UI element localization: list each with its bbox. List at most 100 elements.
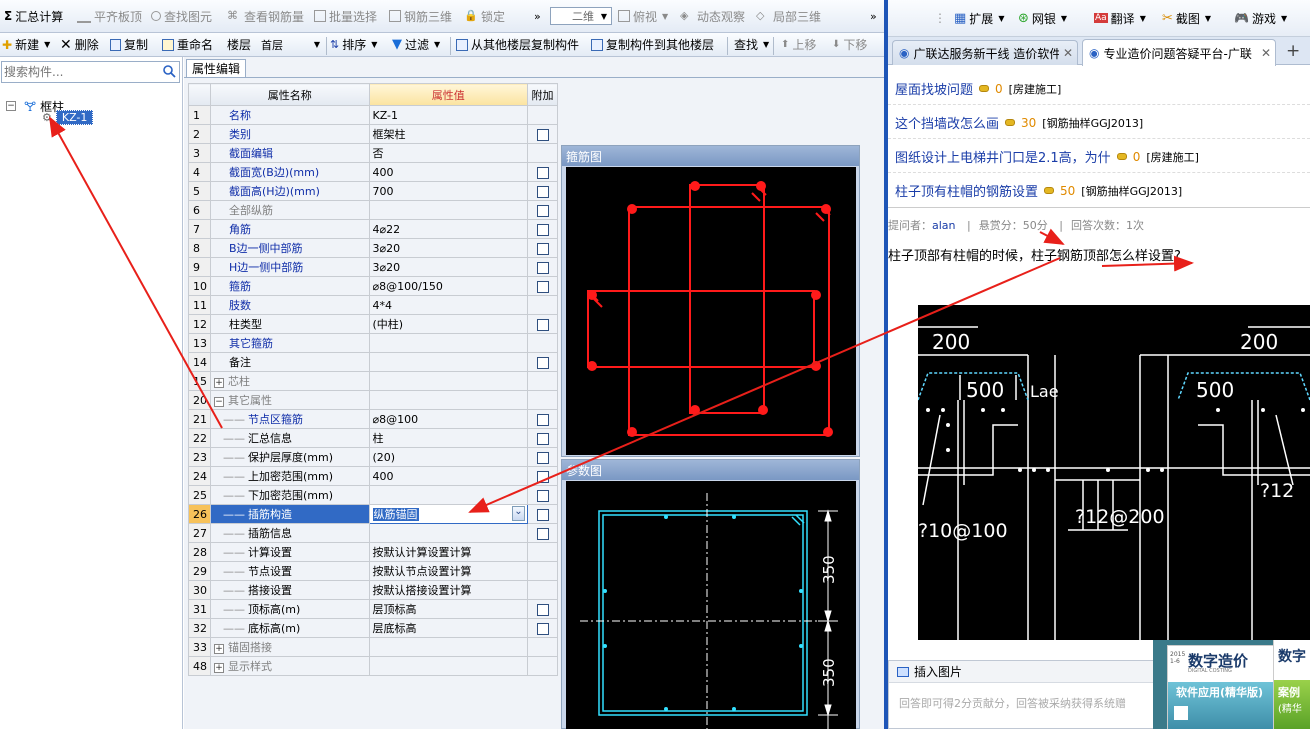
bank-button[interactable]: ⊛ 网银 ▼ bbox=[1018, 0, 1067, 36]
games-button[interactable]: 🎮 游戏 ▼ bbox=[1234, 0, 1287, 36]
extra-checkbox[interactable] bbox=[536, 451, 549, 464]
extra-checkbox[interactable] bbox=[536, 185, 549, 198]
property-value[interactable]: 3⌀20 bbox=[368, 238, 528, 258]
extra-checkbox[interactable] bbox=[536, 204, 549, 217]
chevron-down-icon[interactable]: ⌄ bbox=[512, 506, 525, 521]
extra-checkbox[interactable] bbox=[536, 527, 549, 540]
property-value[interactable]: 4⌀22 bbox=[368, 219, 528, 239]
insert-image-button[interactable]: 插入图片 bbox=[889, 661, 1187, 683]
property-value[interactable]: 层顶标高 bbox=[368, 599, 528, 619]
extra-checkbox[interactable] bbox=[536, 223, 549, 236]
copy-button[interactable]: 复制 bbox=[110, 33, 148, 56]
property-row[interactable]: 10 箍筋 ⌀8@100/150 bbox=[188, 276, 558, 296]
extra-checkbox[interactable] bbox=[536, 261, 549, 274]
extend-button[interactable]: ▦ 扩展 ▼ bbox=[954, 0, 1004, 36]
property-row[interactable]: 31 —— 顶标高(m) 层顶标高 bbox=[188, 599, 558, 619]
extra-checkbox[interactable] bbox=[536, 318, 549, 331]
question-item[interactable]: 图纸设计上电梯井门口是2.1高，为什 0 [房建施工] bbox=[895, 147, 1199, 167]
dynamic-view-button[interactable]: ◈ 动态观察 bbox=[680, 0, 745, 32]
property-value[interactable]: 框架柱 bbox=[368, 124, 528, 144]
property-row[interactable]: 48 + 显示样式 bbox=[188, 656, 558, 676]
property-value[interactable]: 按默认计算设置计算 bbox=[368, 542, 528, 562]
rename-button[interactable]: 重命名 bbox=[162, 33, 213, 56]
search-box[interactable] bbox=[1, 61, 180, 83]
property-value[interactable] bbox=[368, 523, 528, 543]
property-row[interactable]: 4 截面宽(B边)(mm) 400 bbox=[188, 162, 558, 182]
sum-button[interactable]: Σ 汇总计算 bbox=[4, 0, 63, 32]
screenshot-button[interactable]: ✂ 截图 ▼ bbox=[1162, 0, 1211, 36]
property-row[interactable]: 14 备注 bbox=[188, 352, 558, 372]
expand-icon[interactable]: + bbox=[214, 644, 224, 654]
extra-checkbox[interactable] bbox=[536, 356, 549, 369]
property-value[interactable] bbox=[368, 352, 528, 372]
extra-checkbox[interactable] bbox=[536, 166, 549, 179]
property-row[interactable]: 3 截面编辑 否 bbox=[188, 143, 558, 163]
flat-top-button[interactable]: 平齐板顶 bbox=[77, 0, 142, 32]
property-value[interactable] bbox=[368, 485, 528, 505]
property-row[interactable]: 23 —— 保护层厚度(mm) (20) bbox=[188, 447, 558, 467]
question-item[interactable]: 柱子顶有柱帽的钢筋设置 50 [钢筋抽样GGJ2013] bbox=[895, 181, 1182, 201]
extra-checkbox[interactable] bbox=[536, 280, 549, 293]
extra-checkbox[interactable] bbox=[536, 413, 549, 426]
property-value[interactable]: KZ-1 bbox=[368, 105, 528, 125]
find-elem-button[interactable]: 查找图元 bbox=[151, 0, 212, 32]
property-value[interactable] bbox=[368, 200, 528, 220]
property-row[interactable]: 9 H边一侧中部筋 3⌀20 bbox=[188, 257, 558, 277]
property-value[interactable]: 按默认搭接设置计算 bbox=[368, 580, 528, 600]
tree-item-kz1[interactable]: ⚙ KZ-1 bbox=[42, 110, 94, 125]
extra-checkbox[interactable] bbox=[536, 489, 549, 502]
tab-glodon-service[interactable]: ◉ 广联达服务新干线 造价软件 ✕ bbox=[892, 40, 1078, 65]
local-3d-button[interactable]: ◇ 局部三维 bbox=[756, 0, 821, 32]
property-row[interactable]: 30 —— 搭接设置 按默认搭接设置计算 bbox=[188, 580, 558, 600]
property-row[interactable]: 6 全部纵筋 bbox=[188, 200, 558, 220]
property-row[interactable]: 32 —— 底标高(m) 层底标高 bbox=[188, 618, 558, 638]
property-row[interactable]: 5 截面高(H边)(mm) 700 bbox=[188, 181, 558, 201]
property-value[interactable]: ⌀8@100/150 bbox=[368, 276, 528, 296]
property-value[interactable]: 否 bbox=[368, 143, 528, 163]
extra-checkbox[interactable] bbox=[536, 470, 549, 483]
property-value[interactable]: 层底标高 bbox=[368, 618, 528, 638]
property-value[interactable]: 700 bbox=[368, 181, 528, 201]
property-row[interactable]: 29 —— 节点设置 按默认节点设置计算 bbox=[188, 561, 558, 581]
property-row[interactable]: 20− 其它属性 bbox=[188, 390, 558, 410]
property-row[interactable]: 7 角筋 4⌀22 bbox=[188, 219, 558, 239]
property-row[interactable]: 21 —— 节点区箍筋 ⌀8@100 bbox=[188, 409, 558, 429]
property-row[interactable]: 2 类别 框架柱 bbox=[188, 124, 558, 144]
property-value[interactable]: 柱 bbox=[368, 428, 528, 448]
property-value[interactable]: 3⌀20 bbox=[368, 257, 528, 277]
property-value[interactable] bbox=[368, 390, 528, 410]
property-row[interactable]: 15 + 芯柱 bbox=[188, 371, 558, 391]
extra-checkbox[interactable] bbox=[536, 128, 549, 141]
property-row[interactable]: 25 —— 下加密范围(mm) bbox=[188, 485, 558, 505]
property-row[interactable]: 26 —— 插筋构造 纵筋锚固 ⌄ bbox=[188, 504, 558, 524]
property-value[interactable]: (20) bbox=[368, 447, 528, 467]
property-row[interactable]: 11 肢数 4*4 bbox=[188, 295, 558, 315]
collapse-icon[interactable]: − bbox=[6, 101, 16, 111]
property-value[interactable]: 按默认节点设置计算 bbox=[368, 561, 528, 581]
new-tab-button[interactable]: + bbox=[1286, 41, 1300, 61]
property-row[interactable]: 8 B边一侧中部筋 3⌀20 bbox=[188, 238, 558, 258]
rebar-3d-button[interactable]: 钢筋三维 bbox=[389, 0, 452, 32]
find-button[interactable]: 查找 ▼ bbox=[734, 33, 769, 56]
property-value[interactable]: ⌀8@100 bbox=[368, 409, 528, 429]
view-rebar-button[interactable]: ⌘ 查看钢筋量 bbox=[227, 0, 304, 32]
question-item[interactable]: 这个挡墙改怎么画 30 [钢筋抽样GGJ2013] bbox=[895, 113, 1143, 133]
property-row[interactable]: 22 —— 汇总信息柱 bbox=[188, 428, 558, 448]
property-value[interactable]: 4*4 bbox=[368, 295, 528, 315]
lock-button[interactable]: 🔒 锁定 bbox=[464, 0, 505, 32]
move-up-button[interactable]: ⬆ 上移 bbox=[781, 33, 816, 56]
search-input[interactable] bbox=[4, 64, 154, 80]
question-item[interactable]: 屋面找坡问题 0 [房建施工] bbox=[895, 79, 1061, 99]
property-value[interactable] bbox=[368, 333, 528, 353]
property-value[interactable]: 400 bbox=[368, 162, 528, 182]
filter-button[interactable]: ▼ 过滤 ▼ bbox=[392, 33, 440, 56]
property-row[interactable]: 1 名称 KZ-1 bbox=[188, 105, 558, 125]
move-down-button[interactable]: ⬇ 下移 bbox=[832, 33, 867, 56]
property-value[interactable] bbox=[368, 371, 528, 391]
tab-property-edit[interactable]: 属性编辑 bbox=[186, 59, 246, 77]
property-value[interactable]: 纵筋锚固 ⌄ bbox=[368, 504, 528, 524]
extra-checkbox[interactable] bbox=[536, 622, 549, 635]
property-value[interactable]: 400 bbox=[368, 466, 528, 486]
magazine-ad[interactable]: 2015 1-6 数字造价 DIGITAL COSTING 软件应用(精华版) … bbox=[1153, 640, 1310, 729]
property-row[interactable]: 27 —— 插筋信息 bbox=[188, 523, 558, 543]
